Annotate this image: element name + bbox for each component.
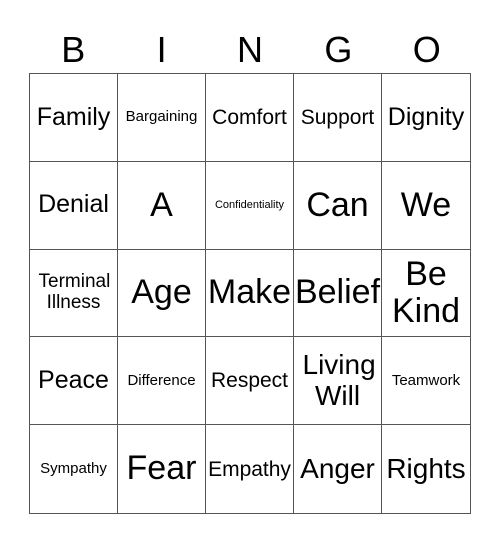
cell-text: Family — [36, 102, 111, 131]
cell-text: Difference — [127, 371, 196, 389]
bingo-cell[interactable]: Fear — [118, 425, 206, 513]
bingo-cell[interactable]: Comfort — [206, 74, 294, 162]
bingo-cell[interactable]: We — [382, 162, 470, 250]
bingo-cell[interactable]: Difference — [118, 337, 206, 426]
cell-text: Empathy — [208, 457, 291, 481]
bingo-cell[interactable]: Make — [206, 249, 294, 338]
header-letter-g: G — [324, 29, 353, 70]
bingo-cell[interactable]: Be Kind — [382, 250, 470, 338]
bingo-cell[interactable]: Living Will — [294, 337, 382, 426]
bingo-grid: Family Bargaining Comfort Support Dignity Den… — [29, 73, 471, 514]
bingo-cell[interactable]: Anger — [294, 425, 382, 513]
cell-text: Living Will — [302, 348, 376, 411]
cell-text: Can — [306, 185, 369, 224]
cell-text: A — [150, 185, 173, 224]
cell-text: Sympathy — [40, 459, 107, 477]
bingo-cell[interactable]: Age — [118, 249, 206, 338]
cell-text: Terminal Illness — [38, 271, 111, 313]
bingo-cell[interactable]: Sympathy — [30, 425, 118, 513]
cell-text: Rights — [386, 452, 466, 484]
bingo-header: B I N G O — [29, 28, 471, 72]
bingo-cell[interactable]: Support — [294, 74, 382, 162]
bingo-cell[interactable]: Dignity — [382, 74, 470, 162]
cell-text: Denial — [38, 190, 109, 219]
bingo-cell[interactable]: Confidentiality — [206, 161, 294, 250]
cell-text: Respect — [210, 369, 289, 393]
bingo-cell[interactable]: A — [118, 161, 206, 250]
bingo-cell[interactable]: Respect — [206, 337, 294, 426]
cell-text: Peace — [38, 366, 109, 395]
cell-text: Make — [207, 273, 292, 312]
header-letter-i: I — [156, 29, 167, 70]
cell-text: Belief — [294, 273, 381, 312]
cell-text: Age — [131, 273, 192, 312]
bingo-cell[interactable]: Family — [30, 74, 118, 162]
bingo-cell[interactable]: Can — [294, 161, 382, 250]
bingo-cell[interactable]: Teamwork — [382, 337, 470, 426]
cell-text: Fear — [126, 449, 197, 488]
cell-text: Be Kind — [391, 254, 461, 330]
cell-text: Bargaining — [125, 108, 198, 126]
cell-text: Comfort — [212, 105, 287, 129]
cell-text: Dignity — [387, 102, 465, 131]
bingo-cell[interactable]: Peace — [30, 337, 118, 426]
header-letter-b: B — [61, 29, 86, 70]
bingo-cell[interactable]: Bargaining — [118, 74, 206, 162]
header-letter-n: N — [236, 29, 263, 70]
cell-text: Confidentiality — [214, 199, 285, 212]
cell-text: Support — [300, 105, 375, 129]
cell-text: We — [400, 185, 452, 224]
header-letter-o: O — [412, 29, 441, 70]
bingo-cell[interactable]: Terminal Illness — [30, 249, 118, 338]
bingo-cell[interactable]: Rights — [382, 425, 470, 513]
bingo-cell[interactable]: Denial — [30, 161, 118, 250]
bingo-cell[interactable]: Belief — [294, 249, 382, 338]
cell-text: Teamwork — [391, 371, 461, 389]
bingo-cell[interactable]: Empathy — [206, 425, 294, 513]
cell-text: Anger — [300, 452, 375, 484]
